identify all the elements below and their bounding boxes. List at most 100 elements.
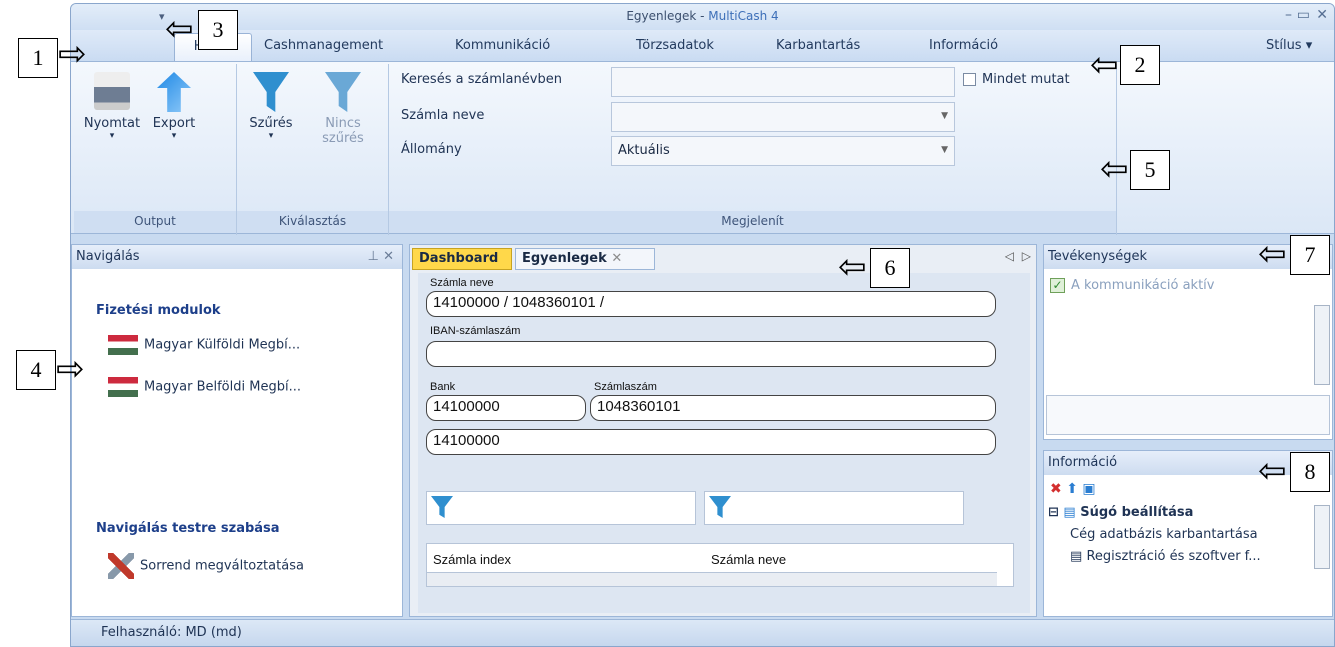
no-filter-button[interactable]: Nincs szűrés: [313, 72, 373, 146]
filter-button[interactable]: Szűrés ▾: [241, 72, 301, 141]
extra-field[interactable]: 14100000: [426, 429, 996, 455]
arrow-right-icon: ⇨: [58, 34, 87, 74]
account-name-field[interactable]: 14100000 / 1048360101 /: [426, 291, 996, 317]
acct-no-field[interactable]: 1048360101: [590, 395, 996, 421]
group-display: Keresés a számlanévben Számla neve ▼ Áll…: [389, 64, 1117, 235]
arrow-left-icon: ⇦: [1100, 149, 1129, 189]
list-item[interactable]: Magyar Belföldi Megbí...: [108, 377, 301, 397]
state-label: Állomány: [401, 142, 462, 157]
show-all-checkbox[interactable]: Mindet mutat: [963, 72, 1070, 87]
pin-close-icon[interactable]: ⊥ ✕: [368, 249, 394, 264]
group-label-selection: Kiválasztás: [237, 211, 388, 233]
group-selection: Szűrés ▾ Nincs szűrés Kiválasztás: [237, 64, 389, 235]
filter-row-2[interactable]: [704, 491, 964, 525]
account-name-label: Számla neve: [401, 108, 485, 123]
iban-label: IBAN-számlaszám: [430, 325, 521, 337]
section-customize-nav[interactable]: Navigálás testre szabása: [96, 521, 280, 536]
arrow-left-icon: ⇦: [838, 247, 867, 287]
checkbox-icon: [963, 73, 976, 86]
filter-row-1[interactable]: [426, 491, 696, 525]
state-select[interactable]: Aktuális ▼: [611, 136, 955, 166]
callout-1: 1: [18, 38, 58, 78]
search-input[interactable]: [611, 67, 955, 97]
tab-cashmanagement[interactable]: Cashmanagement: [264, 38, 383, 53]
minimize-icon[interactable]: –: [1285, 7, 1292, 23]
horizontal-scrollbar[interactable]: [427, 572, 997, 586]
tab-karbantartas[interactable]: Karbantartás: [776, 38, 860, 53]
acct-no-label: Számlaszám: [594, 381, 657, 393]
app-window: Egyenlegek - MultiCash 4 – ▭ ✕ ▾ Home Ca…: [70, 3, 1335, 647]
check-icon: ✓: [1050, 278, 1065, 293]
filter-icon: [253, 72, 289, 112]
group-output: Nyomtat ▾ Export ▾ Output: [74, 64, 237, 235]
navigation-panel: Navigálás ⊥ ✕ Fizetési modulok Magyar Kül…: [71, 244, 403, 617]
remove-filter-icon: [325, 72, 361, 112]
tree-item[interactable]: ▤ Regisztráció és szoftver f...: [1070, 549, 1261, 564]
ribbon: Nyomtat ▾ Export ▾ Output Szűrés ▾ Nincs szű…: [71, 61, 1334, 235]
export-button[interactable]: Export ▾: [144, 72, 204, 141]
up-icon[interactable]: ⬆: [1066, 481, 1078, 497]
activity-item: ✓ A kommunikáció aktív: [1050, 278, 1214, 293]
arrow-left-icon: ⇦: [1258, 234, 1287, 274]
print-button[interactable]: Nyomtat ▾: [82, 72, 142, 141]
callout-8: 8: [1290, 452, 1330, 492]
callout-3: 3: [198, 10, 238, 50]
tab-next-icon[interactable]: ▷: [1022, 249, 1031, 263]
tools-icon: [108, 553, 134, 579]
account-name-select[interactable]: ▼: [611, 102, 955, 132]
arrow-right-icon: ⇨: [56, 349, 85, 389]
hungary-flag-icon: [108, 335, 138, 355]
bank-label: Bank: [430, 381, 456, 393]
activities-title: Tevékenységek: [1044, 245, 1332, 269]
reorder-item[interactable]: Sorrend megváltoztatása: [108, 553, 304, 579]
maximize-icon[interactable]: ▭: [1297, 7, 1310, 23]
data-grid: Számla index Számla neve: [426, 543, 1014, 587]
section-payment-modules[interactable]: Fizetési modulok: [96, 303, 221, 318]
group-label-display: Megjelenít: [389, 211, 1116, 233]
list-item[interactable]: Magyar Külföldi Megbí...: [108, 335, 300, 355]
quick-access-toolbar-icon[interactable]: ▾: [159, 10, 165, 23]
close-icon[interactable]: ✕: [1316, 7, 1328, 23]
tab-informacio[interactable]: Információ: [929, 38, 998, 53]
iban-field[interactable]: [426, 341, 996, 367]
activity-detail: [1046, 395, 1330, 435]
callout-6: 6: [870, 248, 910, 288]
arrow-left-icon: ⇦: [1258, 451, 1287, 491]
col-header-index[interactable]: Számla index: [433, 552, 511, 567]
account-name-label: Számla neve: [430, 277, 494, 289]
arrow-left-icon: ⇦: [1090, 45, 1119, 85]
export-icon: [157, 72, 191, 112]
callout-2: 2: [1120, 45, 1160, 85]
window-title: Egyenlegek - MultiCash 4: [626, 9, 779, 23]
group-label-output: Output: [74, 211, 236, 233]
window-icon[interactable]: ▣: [1082, 481, 1095, 497]
info-title: Információ: [1044, 451, 1332, 475]
delete-icon[interactable]: ✖: [1050, 481, 1062, 497]
tree-item[interactable]: Cég adatbázis karbantartása: [1070, 527, 1258, 542]
account-form: Számla neve 14100000 / 1048360101 / IBAN…: [418, 273, 1030, 613]
tab-prev-icon[interactable]: ◁: [1005, 249, 1014, 263]
tab-egyenlegek[interactable]: Egyenlegek ✕: [515, 248, 655, 270]
vertical-scrollbar[interactable]: [1314, 505, 1330, 569]
tree-root[interactable]: ⊟ ▤ Súgó beállítása: [1048, 505, 1193, 520]
close-tab-icon[interactable]: ✕: [611, 251, 622, 266]
tab-kommunikacio[interactable]: Kommunikáció: [455, 38, 550, 53]
style-menu[interactable]: Stílus ▾: [1266, 38, 1312, 53]
title-bar: Egyenlegek - MultiCash 4 – ▭ ✕: [71, 4, 1334, 30]
tab-torzsadatok[interactable]: Törzsadatok: [636, 38, 714, 53]
chevron-down-icon: ▼: [941, 111, 948, 121]
hungary-flag-icon: [108, 377, 138, 397]
document-icon: ▤: [1070, 549, 1083, 564]
filter-icon: [709, 496, 731, 518]
chevron-down-icon: ▼: [941, 145, 948, 155]
printer-icon: [94, 72, 130, 110]
callout-7: 7: [1290, 235, 1330, 275]
info-toolbar: ✖ ⬆ ▣: [1050, 481, 1096, 497]
filter-icon: [431, 496, 453, 518]
arrow-left-icon: ⇦: [165, 9, 194, 49]
bank-field[interactable]: 14100000: [426, 395, 586, 421]
tab-dashboard[interactable]: Dashboard: [412, 248, 512, 270]
computer-icon: ▤: [1063, 505, 1076, 520]
vertical-scrollbar[interactable]: [1314, 305, 1330, 385]
col-header-name[interactable]: Számla neve: [711, 552, 786, 567]
